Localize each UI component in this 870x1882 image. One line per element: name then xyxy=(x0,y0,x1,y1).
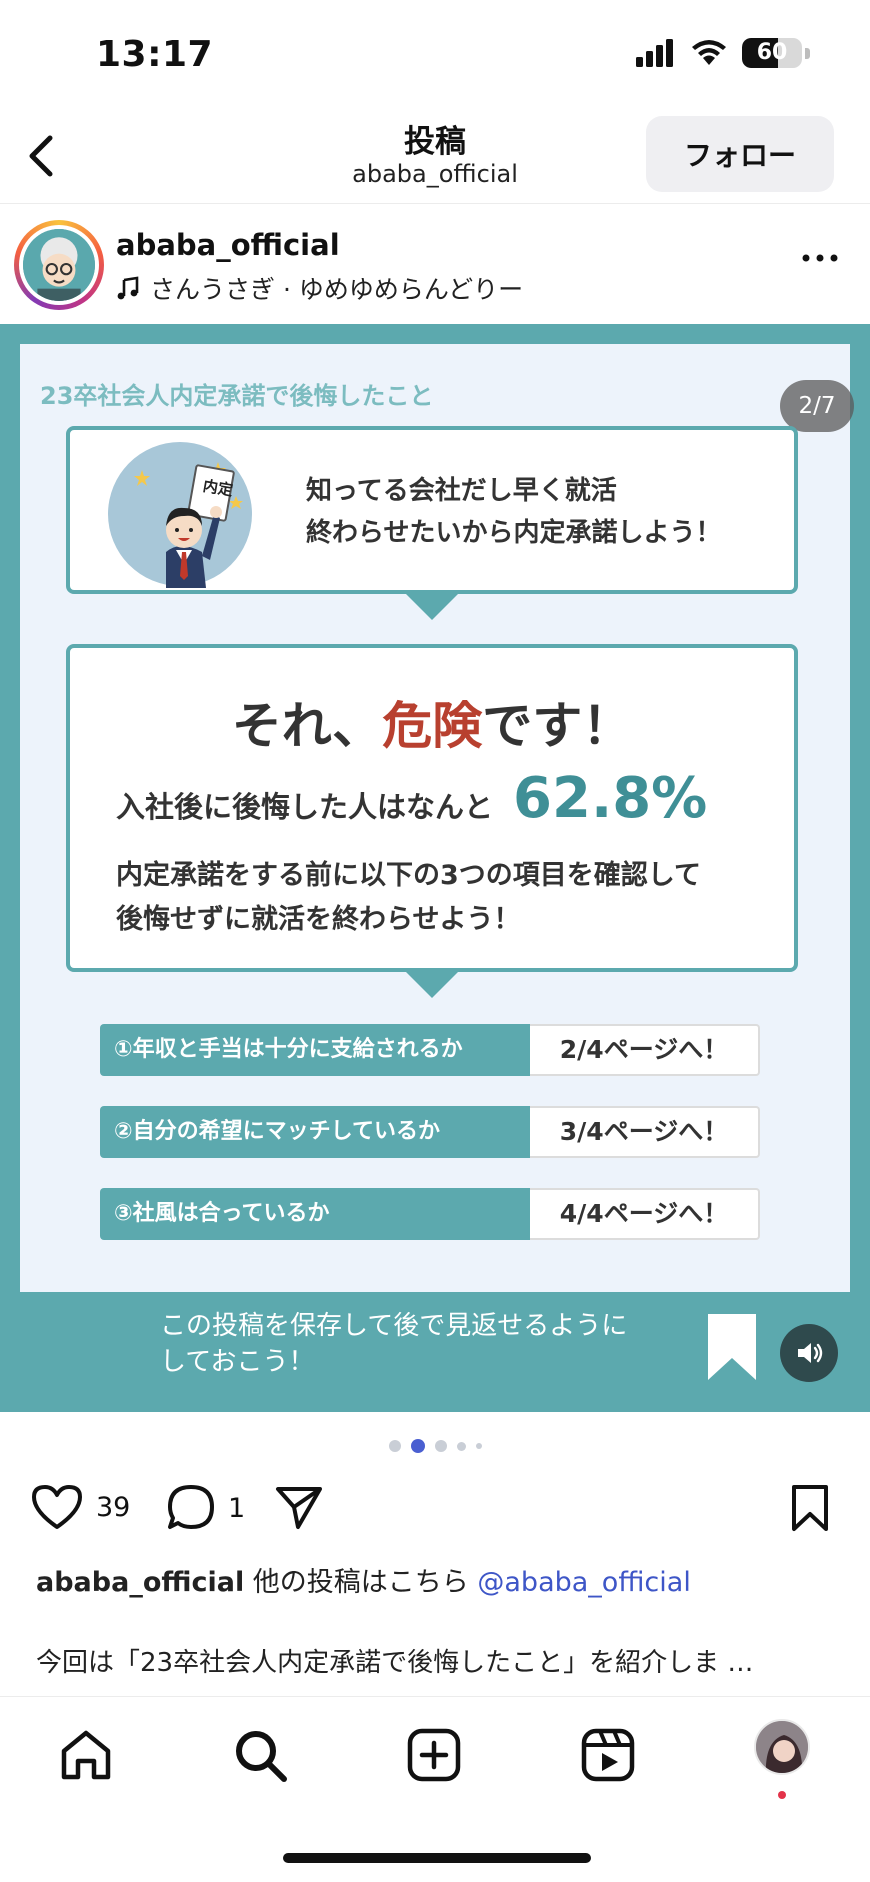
battery-nub xyxy=(805,47,810,59)
bookmark-icon xyxy=(708,1314,756,1380)
comment-action[interactable]: 1 xyxy=(166,1483,245,1533)
checklist: ①年収と手当は十分に支給されるか 2/4ページへ！ ②自分の希望にマッチしている… xyxy=(100,1024,760,1270)
save-prompt: この投稿を保存して後で見返せるように しておこう！ xyxy=(160,1308,627,1380)
danger-highlight: 危険 xyxy=(382,697,483,755)
follow-button[interactable]: フォロー xyxy=(646,116,834,192)
arrow-down-1 xyxy=(406,594,458,620)
battery-icon: 60 xyxy=(742,38,802,68)
create-icon[interactable] xyxy=(404,1725,464,1785)
like-action[interactable]: 39 xyxy=(30,1483,130,1531)
signal-icon xyxy=(636,39,673,67)
music-note-icon xyxy=(117,276,139,300)
post-username[interactable]: ababa_official xyxy=(116,228,340,262)
status-icons: 60 xyxy=(636,38,810,68)
profile-avatar-image xyxy=(756,1721,808,1773)
profile-tab-avatar[interactable] xyxy=(754,1719,810,1775)
checklist-item: ③社風は合っているか 4/4ページへ！ xyxy=(100,1188,760,1240)
comment-count: 1 xyxy=(228,1492,246,1524)
regret-percent: 62.8% xyxy=(513,766,708,831)
regret-line: 入社後に後悔した人はなんと 62.8% xyxy=(116,766,707,831)
speech-line-2: 終わらせたいから内定承諾しよう！ xyxy=(306,518,722,548)
speech-box: 内定 知ってる会社だし早く就活 終わらせたいから内定承諾しよう！ xyxy=(66,426,798,594)
comment-icon[interactable] xyxy=(166,1483,216,1533)
avatar-image xyxy=(23,229,95,301)
battery-label: 60 xyxy=(756,40,788,65)
notification-dot xyxy=(778,1791,786,1799)
avatar[interactable] xyxy=(14,220,104,310)
caption-username[interactable]: ababa_official xyxy=(36,1567,244,1598)
status-time: 13:17 xyxy=(96,34,214,75)
checklist-label: ②自分の希望にマッチしているか xyxy=(100,1106,530,1158)
home-icon[interactable] xyxy=(56,1725,116,1785)
post-actions: 39 1 xyxy=(0,1475,870,1555)
checklist-item: ①年収と手当は十分に支給されるか 2/4ページへ！ xyxy=(100,1024,760,1076)
caption-mention[interactable]: @ababa_official xyxy=(477,1567,690,1598)
wifi-icon xyxy=(692,40,726,65)
note-line-2: 後悔せずに就活を終わらせよう！ xyxy=(116,904,521,935)
carousel-dot xyxy=(434,1440,447,1452)
volume-button[interactable] xyxy=(780,1324,838,1382)
music-label: さんうさぎ · ゆめゆめらんどりー xyxy=(150,275,524,304)
bottom-tab-bar xyxy=(0,1696,870,1882)
carousel-dot xyxy=(475,1443,482,1449)
caption-text: 他の投稿はこちら xyxy=(244,1567,478,1598)
slide-heading: 23卒社会人内定承諾で後悔したこと xyxy=(40,382,434,410)
danger-suffix: です！ xyxy=(482,697,633,755)
more-icon[interactable] xyxy=(800,248,840,268)
speech-line-1: 知ってる会社だし早く就活 xyxy=(306,476,617,506)
slide-card: 23卒社会人内定承諾で後悔したこと 2/7 内定 知ってる会社だし早く就活 終わ… xyxy=(20,344,854,1292)
speech-text: 知ってる会社だし早く就活 終わらせたいから内定承諾しよう！ xyxy=(306,470,721,554)
post-carousel-slide[interactable]: 23卒社会人内定承諾で後悔したこと 2/7 内定 知ってる会社だし早く就活 終わ… xyxy=(0,324,870,1412)
caption-line-2[interactable]: 今回は「23卒社会人内定承諾で後悔したこと」を紹介しま … xyxy=(36,1642,753,1679)
warning-note: 内定承諾をする前に以下の3つの項目を確認して 後悔せずに就活を終わらせよう！ xyxy=(116,854,701,942)
heart-icon[interactable] xyxy=(30,1483,84,1531)
save-prompt-line-1: この投稿を保存して後で見返せるように xyxy=(160,1311,628,1341)
status-bar: 13:17 60 xyxy=(0,0,870,110)
search-icon[interactable] xyxy=(230,1725,290,1785)
share-icon[interactable] xyxy=(274,1485,324,1531)
checklist-page: 3/4ページへ！ xyxy=(530,1106,760,1158)
like-count: 39 xyxy=(96,1491,131,1523)
save-prompt-line-2: しておこう！ xyxy=(160,1347,315,1377)
businessman-illustration: 内定 xyxy=(108,442,252,588)
regret-text: 入社後に後悔した人はなんと xyxy=(116,790,494,824)
caption: ababa_official 他の投稿はこちら @ababa_official xyxy=(36,1560,691,1599)
carousel-dots xyxy=(0,1439,870,1453)
volume-icon xyxy=(798,1343,823,1363)
checklist-item: ②自分の希望にマッチしているか 3/4ページへ！ xyxy=(100,1106,760,1158)
reels-icon[interactable] xyxy=(578,1725,638,1785)
carousel-dot xyxy=(410,1439,425,1453)
danger-headline: それ、危険です！ xyxy=(70,686,794,758)
arrow-down-2 xyxy=(406,972,458,998)
page-indicator: 2/7 xyxy=(780,380,854,432)
checklist-label: ③社風は合っているか xyxy=(100,1188,530,1240)
checklist-page: 2/4ページへ！ xyxy=(530,1024,760,1076)
danger-prefix: それ、 xyxy=(231,697,383,755)
post-music[interactable]: さんうさぎ · ゆめゆめらんどりー xyxy=(116,270,523,306)
checklist-label: ①年収と手当は十分に支給されるか xyxy=(100,1024,530,1076)
home-indicator xyxy=(283,1853,591,1863)
note-line-1: 内定承諾をする前に以下の3つの項目を確認して xyxy=(116,860,701,891)
post-header: ababa_official さんうさぎ · ゆめゆめらんどりー xyxy=(0,204,870,324)
carousel-dot xyxy=(456,1441,466,1451)
save-icon[interactable] xyxy=(790,1483,830,1533)
post-nav-header: 投稿 ababa_official フォロー xyxy=(0,110,870,204)
checklist-page: 4/4ページへ！ xyxy=(530,1188,760,1240)
carousel-dot xyxy=(388,1440,401,1452)
warning-box: それ、危険です！ 入社後に後悔した人はなんと 62.8% 内定承諾をする前に以下… xyxy=(66,644,798,972)
